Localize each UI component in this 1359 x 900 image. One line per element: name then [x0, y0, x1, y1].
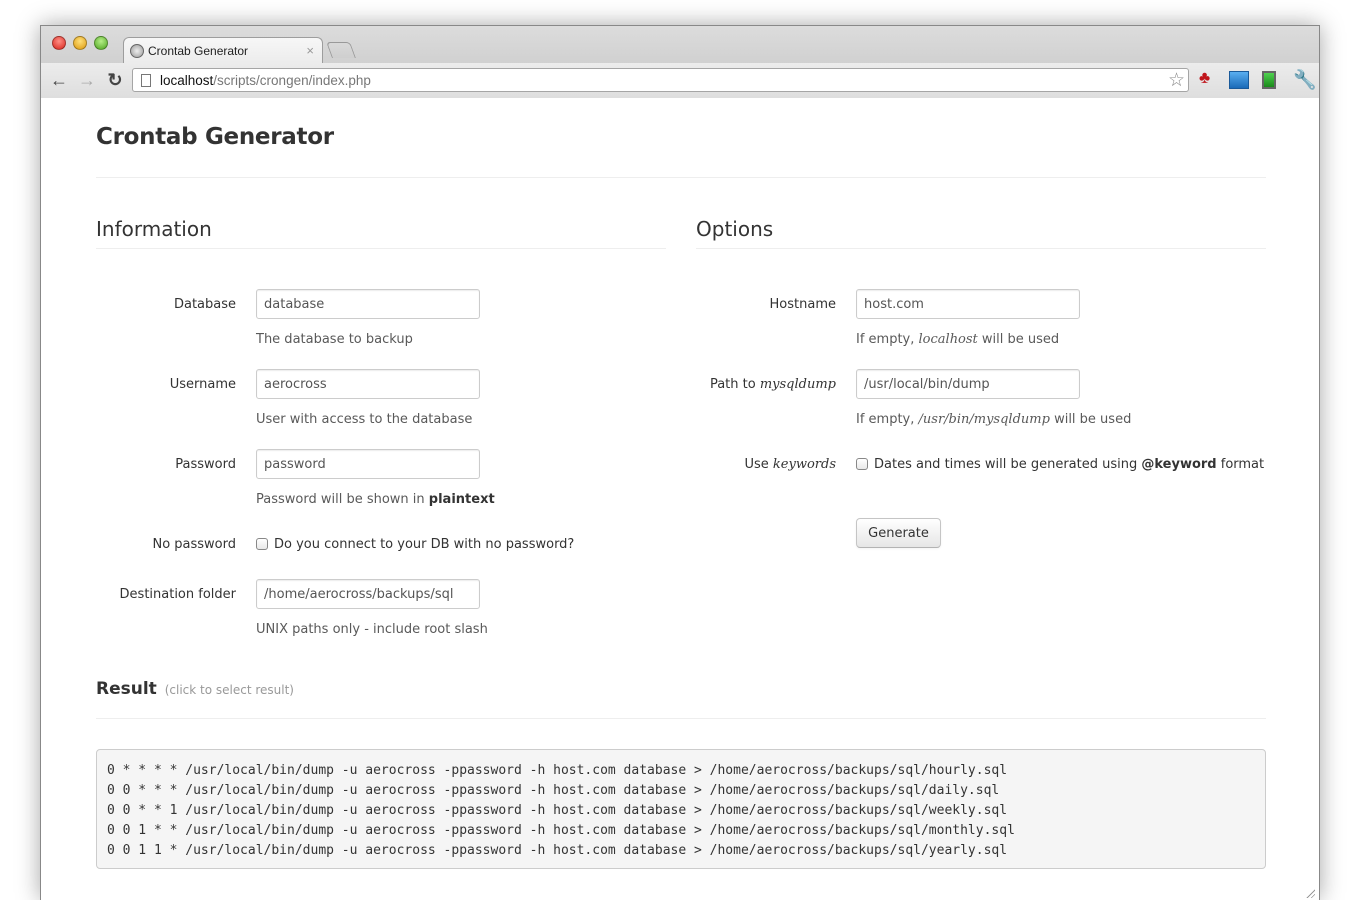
mysqldump-label-italic: mysqldump	[759, 377, 836, 392]
destination-help: UNIX paths only - include root slash	[256, 622, 488, 637]
browser-chrome: Crontab Generator × ← → ↻ localhost/scri…	[41, 26, 1319, 98]
information-divider	[96, 248, 666, 249]
hostname-help: If empty, localhost will be used	[856, 332, 1059, 347]
options-heading: Options	[696, 217, 774, 241]
forward-icon[interactable]: →	[73, 67, 101, 95]
keywords-checkbox-bold: @keyword	[1141, 457, 1217, 472]
destination-input[interactable]	[256, 579, 480, 609]
result-divider	[96, 718, 1266, 719]
password-input[interactable]	[256, 449, 480, 479]
mysqldump-help-italic: /usr/bin/mysqldump	[918, 412, 1050, 427]
keywords-label-prefix: Use	[744, 457, 773, 472]
username-input[interactable]	[256, 369, 480, 399]
mysqldump-path-input[interactable]	[856, 369, 1080, 399]
password-label: Password	[175, 457, 236, 472]
result-line-hourly: 0 * * * * /usr/local/bin/dump -u aerocro…	[107, 763, 1008, 778]
information-heading: Information	[96, 217, 212, 241]
password-help-emphasis: plaintext	[428, 492, 495, 507]
mysqldump-help: If empty, /usr/bin/mysqldump will be use…	[856, 412, 1131, 427]
hostname-help-suffix: will be used	[977, 332, 1060, 347]
page-title: Crontab Generator	[96, 124, 334, 150]
options-divider	[696, 248, 1266, 249]
mysqldump-help-suffix: will be used	[1049, 412, 1132, 427]
keywords-label: Use keywords	[745, 457, 837, 472]
username-help: User with access to the database	[256, 412, 473, 427]
no-password-checkbox[interactable]	[256, 538, 268, 550]
keywords-checkbox-suffix: format	[1216, 457, 1265, 472]
page-content: Crontab Generator Information Database T…	[41, 99, 1319, 900]
result-line-weekly: 0 0 * * 1 /usr/local/bin/dump -u aerocro…	[107, 803, 1008, 818]
keywords-checkbox-prefix: Dates and times will be generated using	[874, 457, 1142, 472]
browser-toolbar: ← → ↻ localhost/scripts/crongen/index.ph…	[41, 63, 1319, 98]
tab-title: Crontab Generator	[148, 43, 249, 58]
result-hint: (click to select result)	[164, 683, 294, 697]
hostname-label: Hostname	[769, 297, 836, 312]
keywords-checkbox-label[interactable]: Dates and times will be generated using …	[874, 457, 1264, 472]
result-heading-text: Result	[96, 679, 157, 699]
page-icon	[141, 73, 151, 87]
browser-window: Crontab Generator × ← → ↻ localhost/scri…	[40, 25, 1320, 900]
no-password-label: No password	[152, 537, 236, 552]
minimize-window-button[interactable]	[73, 36, 87, 50]
url-path: /scripts/crongen/index.php	[213, 72, 371, 88]
hostname-help-italic: localhost	[918, 332, 978, 347]
result-output[interactable]: 0 * * * * /usr/local/bin/dump -u aerocro…	[96, 749, 1266, 869]
window-controls	[52, 36, 108, 50]
image-extension-icon[interactable]	[1229, 71, 1249, 89]
back-icon[interactable]: ←	[45, 67, 73, 95]
close-window-button[interactable]	[52, 36, 66, 50]
window-resize-handle[interactable]	[1305, 888, 1315, 898]
database-help: The database to backup	[256, 332, 413, 347]
bookmark-star-icon[interactable]: ☆	[1168, 69, 1185, 92]
address-bar[interactable]: localhost/scripts/crongen/index.php ☆	[132, 68, 1189, 92]
database-label: Database	[173, 297, 236, 312]
new-tab-button[interactable]	[326, 42, 356, 58]
mysqldump-help-prefix: If empty,	[856, 412, 919, 427]
result-heading: Result (click to select result)	[96, 679, 294, 699]
browser-tab[interactable]: Crontab Generator ×	[123, 37, 323, 63]
username-label: Username	[169, 377, 236, 392]
password-help-text: Password will be shown in	[256, 492, 429, 507]
mysqldump-label-prefix: Path to	[709, 377, 760, 392]
tab-close-icon[interactable]: ×	[306, 43, 314, 58]
keywords-checkbox[interactable]	[856, 458, 868, 470]
result-line-daily: 0 0 * * * /usr/local/bin/dump -u aerocro…	[107, 783, 1000, 798]
favicon-icon	[130, 43, 144, 58]
monitor-extension-icon[interactable]	[1262, 71, 1276, 89]
zoom-window-button[interactable]	[94, 36, 108, 50]
keywords-label-italic: keywords	[772, 457, 836, 472]
database-input[interactable]	[256, 289, 480, 319]
mysqldump-label: Path to mysqldump	[710, 377, 836, 392]
no-password-checkbox-label[interactable]: Do you connect to your DB with no passwo…	[274, 537, 574, 552]
generate-button[interactable]: Generate	[856, 518, 941, 548]
password-help: Password will be shown in plaintext	[256, 492, 495, 507]
reload-icon[interactable]: ↻	[101, 67, 129, 95]
result-line-yearly: 0 0 1 1 * /usr/local/bin/dump -u aerocro…	[107, 843, 1008, 858]
wrench-icon[interactable]: 🔧	[1293, 68, 1317, 92]
hostname-help-prefix: If empty,	[856, 332, 919, 347]
url-host: localhost	[160, 72, 214, 88]
title-divider	[96, 177, 1266, 178]
hostname-input[interactable]	[856, 289, 1080, 319]
result-line-monthly: 0 0 1 * * /usr/local/bin/dump -u aerocro…	[107, 823, 1015, 838]
destination-label: Destination folder	[119, 587, 236, 602]
couch-extension-icon[interactable]: ♣	[1199, 68, 1210, 88]
